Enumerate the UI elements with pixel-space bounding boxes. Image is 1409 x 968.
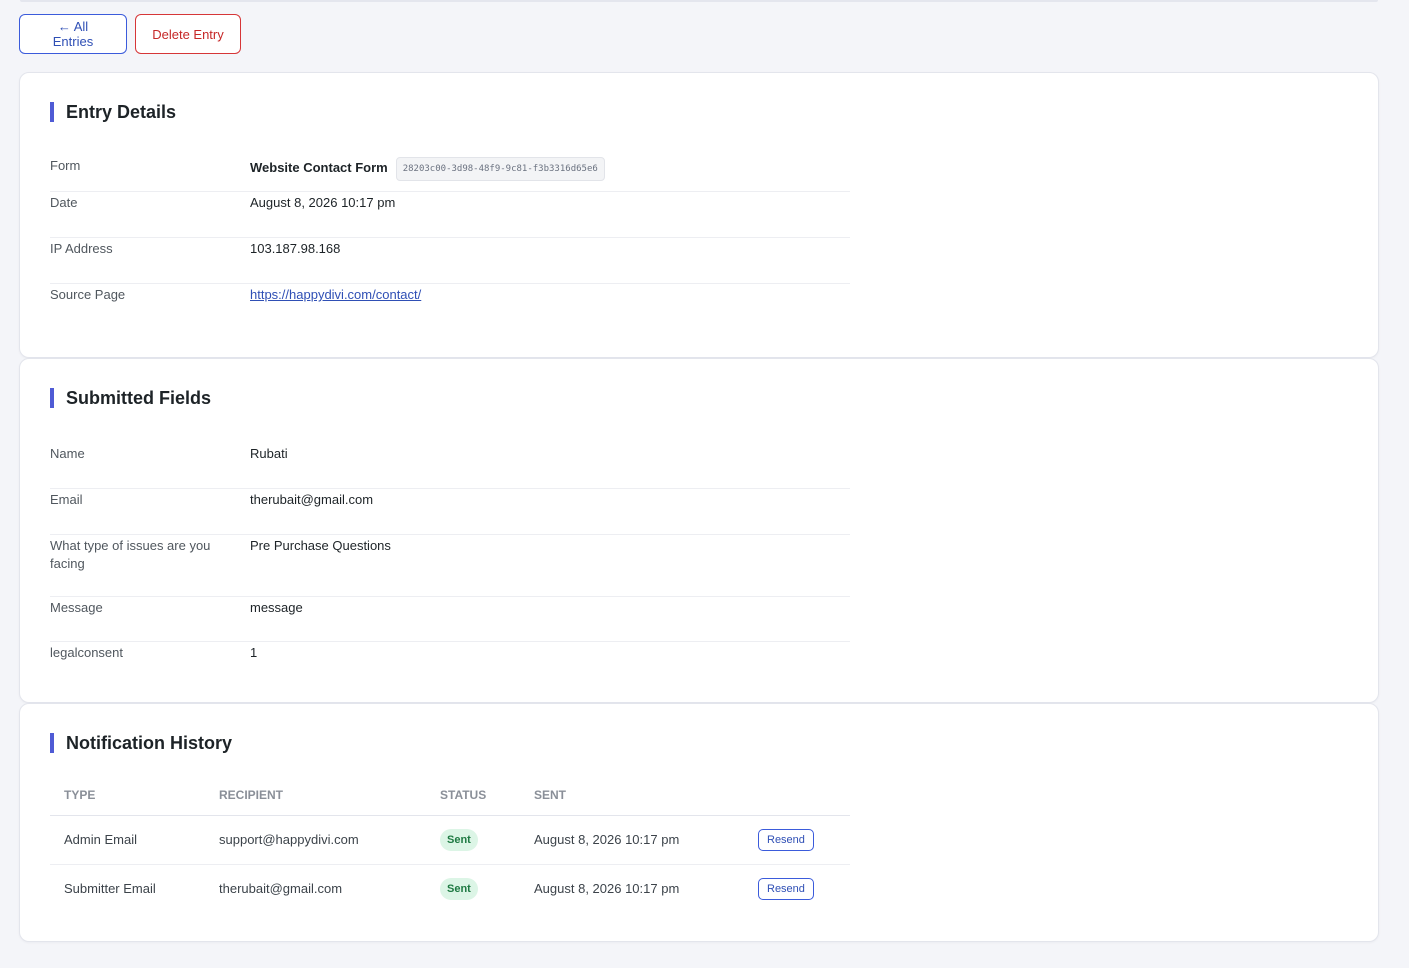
resend-button[interactable]: Resend: [758, 828, 814, 851]
notification-table: Type Recipient Status Sent Admin Email s…: [50, 784, 850, 913]
notification-recipient: therubait@gmail.com: [219, 881, 343, 897]
notification-history-title: Notification History: [50, 733, 232, 753]
submitted-fields-card: Submitted Fields Name Rubati Email theru…: [19, 358, 1379, 703]
entry-value: Website Contact Form 28203c00-3d98-48f9-9…: [250, 157, 850, 191]
submitted-fields-title: Submitted Fields: [50, 388, 211, 408]
entry-label: Source Page: [50, 287, 126, 302]
column-header-actions: [744, 784, 850, 816]
delete-entry-button[interactable]: Delete Entry: [135, 14, 241, 54]
entry-actions: ← All Entries Delete Entry: [19, 14, 241, 54]
field-label: Name: [50, 446, 85, 461]
field-value: Pre Purchase Questions: [250, 538, 391, 553]
entry-details-title: Entry Details: [50, 102, 176, 122]
entry-details-card: Entry Details Form Website Contact Form 2…: [19, 72, 1379, 358]
notification-sent: August 8, 2026 10:17 pm: [520, 815, 744, 865]
source-page-link[interactable]: https://happydivi.com/contact/: [250, 287, 421, 302]
table-row: Submitter Email therubait@gmail.com Sent…: [50, 864, 850, 913]
field-row-email: Email therubait@gmail.com: [50, 489, 850, 535]
top-divider: [20, 0, 1378, 2]
field-label: legalconsent: [50, 645, 123, 660]
field-row-issue-type: What type of issues are you facing Pre P…: [50, 535, 850, 597]
entry-row-date: Date August 8, 2026 10:17 pm: [50, 192, 850, 238]
entry-value: https://happydivi.com/contact/: [250, 286, 850, 330]
form-id-badge: 28203c00-3d98-48f9-9c81-f3b3316d65e6: [395, 157, 605, 181]
notification-status-cell: Sent: [426, 815, 520, 865]
entry-row-form: Form Website Contact Form 28203c00-3d98-4…: [50, 157, 850, 192]
notification-status-cell: Sent: [426, 864, 520, 913]
notification-history-card: Notification History Type Recipient Stat…: [19, 703, 1379, 942]
entry-value: August 8, 2026 10:17 pm: [250, 195, 396, 210]
notification-type: Submitter Email: [64, 881, 156, 897]
entry-label: Date: [50, 195, 78, 210]
entry-row-ip: IP Address 103.187.98.168: [50, 238, 850, 284]
status-badge: Sent: [440, 877, 478, 900]
field-value: message: [250, 600, 303, 615]
table-header-row: Type Recipient Status Sent: [50, 784, 850, 816]
field-value: therubait@gmail.com: [250, 492, 374, 507]
field-value: 1: [250, 645, 258, 660]
entry-label: IP Address: [50, 241, 113, 256]
notification-type: Admin Email: [50, 815, 205, 865]
field-row-name: Name Rubati: [50, 443, 850, 489]
entry-details-list: Form Website Contact Form 28203c00-3d98-4…: [50, 157, 850, 330]
column-header-status: Status: [426, 784, 520, 816]
table-row: Admin Email support@happydivi.com Sent A…: [50, 815, 850, 865]
field-value: Rubati: [250, 446, 288, 461]
form-name: Website Contact Form: [250, 160, 388, 175]
field-label: Message: [50, 600, 103, 615]
column-header-sent: Sent: [520, 784, 744, 816]
status-badge: Sent: [440, 828, 478, 851]
notification-action-cell: Resend: [744, 864, 850, 913]
field-label: What type of issues are you facing: [50, 538, 211, 571]
resend-button[interactable]: Resend: [758, 877, 814, 900]
entry-value: 103.187.98.168: [250, 241, 341, 256]
column-header-type: Type: [50, 784, 205, 816]
field-row-message: Message message: [50, 597, 850, 642]
field-label: Email: [50, 492, 83, 507]
all-entries-button[interactable]: ← All Entries: [19, 14, 127, 54]
column-header-recipient: Recipient: [205, 784, 426, 816]
notification-recipient: support@happydivi.com: [205, 815, 426, 865]
submitted-fields-list: Name Rubati Email therubait@gmail.com Wh…: [50, 443, 850, 682]
field-row-legalconsent: legalconsent 1: [50, 642, 850, 682]
entry-label: Form: [50, 158, 81, 173]
notification-sent: August 8, 2026 10:17 pm: [534, 881, 680, 897]
entry-row-source: Source Page https://happydivi.com/contac…: [50, 284, 850, 330]
notification-action-cell: Resend: [744, 815, 850, 865]
